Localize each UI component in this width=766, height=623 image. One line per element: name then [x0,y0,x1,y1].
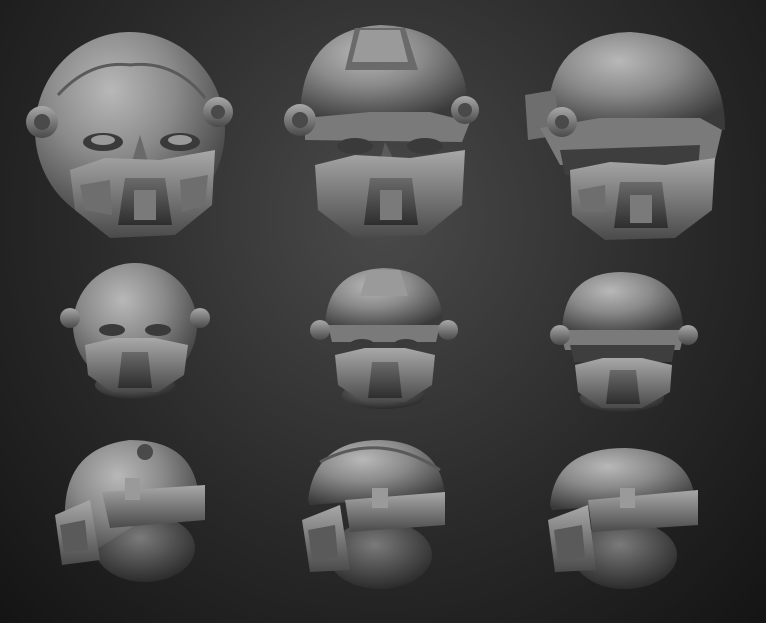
head-bare-side [55,440,205,582]
head-helmet-visor-side [548,448,698,589]
head-helmet-crest-front-small [310,268,458,409]
sculpt-render [26,25,725,589]
head-bare-front-large [26,32,233,238]
head-helmet-crest-front-large [284,25,479,238]
head-helmet-visor-front-small [550,272,698,412]
head-helmet-visor-front-large [525,32,725,240]
head-bare-front-small [60,263,210,399]
head-helmet-crest-side [302,440,445,589]
render-stage [0,0,766,623]
